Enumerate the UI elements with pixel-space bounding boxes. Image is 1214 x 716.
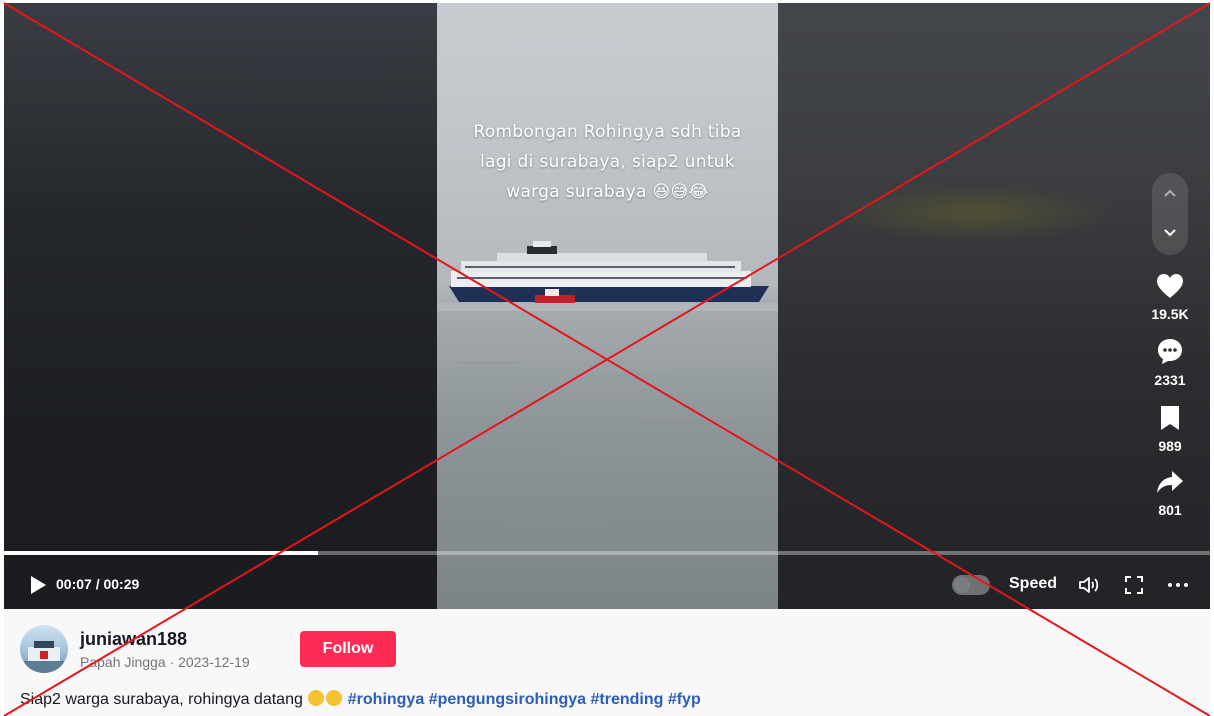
- comment-icon: [1158, 339, 1182, 364]
- avatar[interactable]: [20, 625, 68, 673]
- author-meta: Papah Jingga · 2023-12-19: [80, 654, 250, 670]
- grin-emoji-icon: [308, 690, 325, 706]
- like-count: 19.5K: [1151, 306, 1189, 322]
- video-description: Siap2 warga surabaya, rohingya datang #r…: [20, 690, 701, 709]
- progress-bar[interactable]: [4, 551, 1210, 555]
- video-player[interactable]: Rombongan Rohingya sdh tiba lagi di sura…: [4, 3, 1210, 609]
- more-button[interactable]: [1167, 575, 1189, 600]
- heart-icon: [1157, 274, 1183, 298]
- play-button[interactable]: [28, 575, 48, 600]
- hashtag-link[interactable]: #trending: [590, 691, 663, 708]
- comment-button[interactable]: 2331: [1144, 337, 1196, 388]
- username[interactable]: juniawan188: [80, 629, 187, 650]
- chevron-down-icon[interactable]: [1152, 215, 1188, 251]
- player-controls: 00:07 / 00:29 Speed: [4, 559, 1210, 609]
- volume-button[interactable]: [1078, 575, 1102, 600]
- share-button[interactable]: 801: [1144, 469, 1196, 518]
- fullscreen-button[interactable]: [1124, 575, 1144, 600]
- toggle-knob: [954, 577, 970, 593]
- autoscroll-toggle[interactable]: [952, 575, 990, 595]
- volume-icon: [1079, 577, 1099, 593]
- time-display: 00:07 / 00:29: [56, 576, 140, 592]
- follow-button[interactable]: Follow: [300, 631, 396, 667]
- chevron-up-icon[interactable]: [1152, 175, 1188, 211]
- video-navigation: [1152, 173, 1188, 255]
- share-count: 801: [1158, 502, 1182, 518]
- more-icon: [1168, 583, 1188, 587]
- play-icon: [31, 576, 46, 594]
- save-count: 989: [1158, 438, 1182, 454]
- hashtag-link[interactable]: #pengungsirohingya: [429, 691, 586, 708]
- video-info-panel: juniawan188 Papah Jingga · 2023-12-19 Fo…: [4, 609, 1210, 716]
- bookmark-icon: [1161, 406, 1179, 430]
- hashtag-link[interactable]: #rohingya: [348, 691, 424, 708]
- like-button[interactable]: 19.5K: [1144, 273, 1196, 322]
- description-text: Siap2 warga surabaya, rohingya datang: [20, 691, 303, 708]
- progress-fill: [4, 551, 318, 555]
- hashtag-link[interactable]: #fyp: [668, 691, 701, 708]
- video-frame[interactable]: Rombongan Rohingya sdh tiba lagi di sura…: [437, 3, 778, 609]
- avatar-image: [24, 641, 64, 673]
- rofl-emoji-icon: [326, 690, 343, 706]
- backdrop-glow: [834, 183, 1114, 243]
- speed-button[interactable]: Speed: [1009, 575, 1057, 593]
- save-button[interactable]: 989: [1144, 405, 1196, 454]
- video-caption: Rombongan Rohingya sdh tiba lagi di sura…: [473, 122, 742, 202]
- video-scene: [437, 241, 778, 549]
- fullscreen-icon: [1125, 576, 1143, 594]
- share-icon: [1157, 471, 1183, 493]
- comment-count: 2331: [1154, 372, 1186, 388]
